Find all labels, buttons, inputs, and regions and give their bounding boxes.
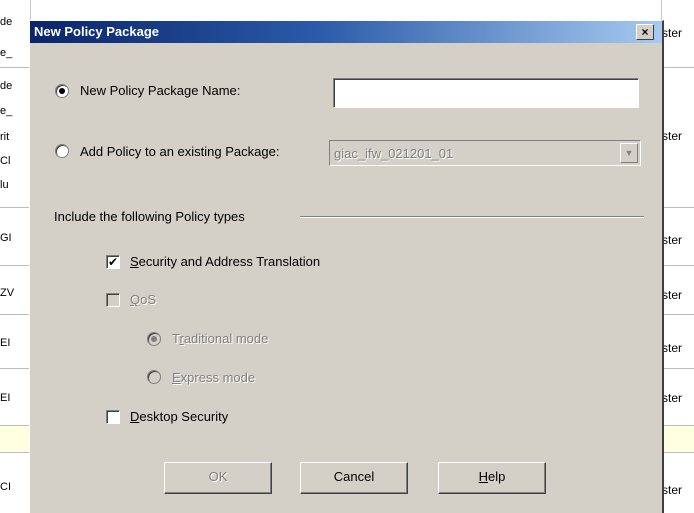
new-package-radio[interactable] <box>55 84 69 98</box>
radio-selected-dot <box>59 88 65 94</box>
table-row: e_ <box>0 105 13 117</box>
table-row: GI <box>0 232 12 244</box>
express-mode-label: Express mode <box>172 370 255 385</box>
table-row: ZV <box>0 287 15 299</box>
desktop-mnemonic: D <box>130 409 140 424</box>
radio-selected-dot <box>151 336 157 342</box>
package-name-input[interactable] <box>333 78 639 108</box>
table-cell: ster <box>662 26 683 40</box>
table-row: e_ <box>0 47 13 59</box>
chevron-down-icon[interactable]: ▼ <box>620 143 638 163</box>
express-mnemonic: E <box>172 370 181 385</box>
table-cell: ster <box>662 233 683 247</box>
table-row: de <box>0 16 13 28</box>
table-row: de <box>0 80 13 92</box>
qos-mnemonic: Q <box>130 292 141 307</box>
desktop-security-checkbox[interactable] <box>106 410 120 424</box>
table-row: CI <box>0 481 11 493</box>
traditional-label-text: aditional mode <box>183 331 269 346</box>
close-button[interactable]: × <box>636 24 654 40</box>
existing-package-value: giac_ifw_021201_01 <box>334 146 454 161</box>
group-divider <box>300 216 644 218</box>
qos-label-text: oS <box>140 292 157 307</box>
desktop-security-label: Desktop Security <box>130 409 228 424</box>
table-cell: ster <box>662 341 683 355</box>
new-package-label: New Policy Package Name: <box>80 83 241 98</box>
table-cell: ster <box>662 288 683 302</box>
check-icon: ✔ <box>107 255 119 269</box>
close-icon: × <box>641 25 649 39</box>
table-cell: ster <box>662 483 683 497</box>
express-mode-radio[interactable] <box>147 370 161 384</box>
traditional-mode-radio[interactable] <box>147 332 161 346</box>
table-row: Cl <box>0 155 11 167</box>
table-cell: ster <box>662 129 683 143</box>
table-row: EI <box>0 337 11 349</box>
help-button[interactable]: Help <box>438 462 546 494</box>
desktop-label-text: esktop Security <box>139 409 229 424</box>
policy-types-group-label: Include the following Policy types <box>54 209 245 224</box>
security-label-text: ecurity and Address Translation <box>138 254 321 269</box>
table-row: lu <box>0 179 9 191</box>
help-label-text: elp <box>488 469 506 484</box>
dialog-title: New Policy Package <box>34 24 160 39</box>
table-cell: ster <box>662 391 683 405</box>
table-row: EI <box>0 392 11 404</box>
traditional-mode-label: Traditional mode <box>172 331 268 346</box>
help-mnemonic: H <box>478 469 489 484</box>
existing-package-select[interactable]: giac_ifw_021201_01 ▼ <box>329 140 641 166</box>
security-label: Security and Address Translation <box>130 254 320 269</box>
security-mnemonic: S <box>130 254 139 269</box>
ok-button[interactable]: OK <box>164 462 272 494</box>
dialog-title-bar[interactable]: New Policy Package × <box>30 21 662 43</box>
add-existing-radio[interactable] <box>55 144 69 158</box>
qos-label: QoS <box>130 292 156 307</box>
express-label-text: xpress mode <box>180 370 256 385</box>
add-existing-label: Add Policy to an existing Package: <box>80 144 280 159</box>
new-policy-package-dialog: New Policy Package × New Policy Package … <box>29 20 664 513</box>
qos-checkbox[interactable] <box>106 293 120 307</box>
security-checkbox[interactable]: ✔ <box>106 255 120 269</box>
table-row: rit <box>0 131 10 143</box>
cancel-button[interactable]: Cancel <box>300 462 408 494</box>
